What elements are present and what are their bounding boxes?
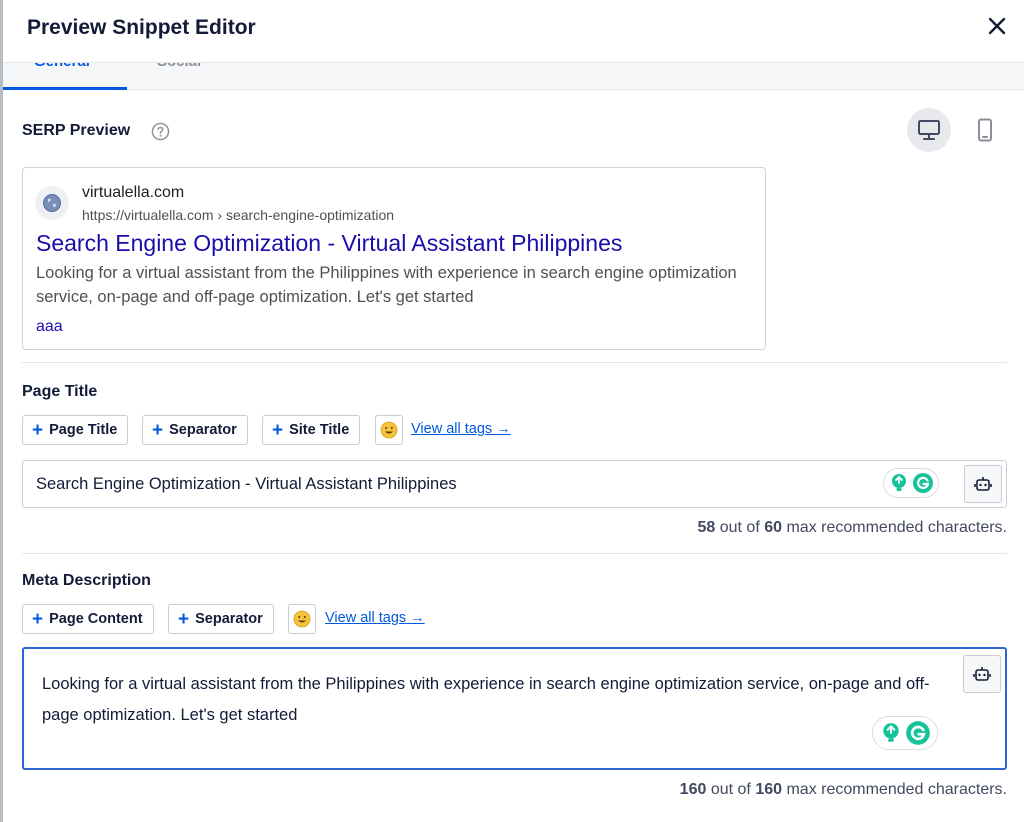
tab-bar: General Social	[3, 62, 1024, 90]
page-title-input[interactable]: Search Engine Optimization - Virtual Ass…	[22, 460, 1007, 508]
grammarly-widget[interactable]	[883, 468, 939, 498]
plus-icon: +	[272, 419, 284, 441]
counter-prefix: out of	[719, 519, 760, 536]
mobile-preview-button[interactable]	[963, 108, 1007, 152]
monitor-icon	[918, 120, 940, 140]
add-page-content-tag-button[interactable]: + Page Content	[22, 604, 154, 634]
grammarly-widget[interactable]	[872, 716, 938, 750]
tag-label: Separator	[169, 422, 237, 438]
globe-icon	[35, 186, 69, 220]
page-title-char-counter: 58 out of 60 max recommended characters.	[697, 519, 1007, 537]
tag-label: Separator	[195, 611, 263, 627]
serp-preview-label: SERP Preview	[22, 122, 131, 139]
robot-icon	[973, 667, 991, 681]
page-title-label: Page Title	[22, 383, 98, 400]
lightbulb-icon	[882, 723, 899, 742]
lightbulb-icon	[891, 474, 906, 491]
modal-header: Preview Snippet Editor	[3, 0, 1024, 62]
plus-icon: +	[32, 608, 44, 630]
tab-social[interactable]: Social	[157, 63, 201, 70]
meta-description-char-counter: 160 out of 160 max recommended character…	[680, 781, 1007, 799]
meta-description-value: Looking for a virtual assistant from the…	[42, 675, 930, 724]
page-title-input-value: Search Engine Optimization - Virtual Ass…	[36, 475, 457, 493]
plus-icon: +	[152, 419, 164, 441]
smiley-icon	[380, 421, 398, 439]
tag-label: Site Title	[289, 422, 350, 438]
grammarly-icon	[905, 721, 930, 745]
ai-generate-button[interactable]	[964, 465, 1002, 503]
serp-description: Looking for a virtual assistant from the…	[36, 264, 737, 306]
char-count: 58	[697, 519, 716, 536]
add-separator-tag-button[interactable]: + Separator	[142, 415, 248, 445]
view-all-tags-link[interactable]: View all tags →	[325, 610, 425, 626]
smiley-icon	[293, 610, 311, 628]
emoji-picker-button[interactable]	[288, 604, 316, 634]
char-max: 60	[764, 519, 783, 536]
tag-label: Page Title	[49, 422, 118, 438]
emoji-picker-button[interactable]	[375, 415, 403, 445]
view-all-tags-link[interactable]: View all tags →	[411, 421, 511, 437]
meta-description-label: Meta Description	[22, 572, 151, 589]
smartphone-icon	[978, 118, 992, 142]
serp-preview-card: virtualella.com https://virtualella.com …	[22, 167, 766, 350]
robot-icon	[974, 477, 992, 491]
divider	[22, 553, 1007, 554]
modal-title: Preview Snippet Editor	[27, 16, 256, 39]
char-max: 160	[755, 781, 783, 798]
add-separator-tag-button[interactable]: + Separator	[168, 604, 274, 634]
serp-title[interactable]: Search Engine Optimization - Virtual Ass…	[36, 230, 622, 257]
plus-icon: +	[178, 608, 190, 630]
plus-icon: +	[32, 419, 44, 441]
meta-description-textarea[interactable]: Looking for a virtual assistant from the…	[22, 647, 1007, 770]
grammarly-icon	[912, 473, 933, 493]
add-page-title-tag-button[interactable]: + Page Title	[22, 415, 129, 445]
char-count: 160	[679, 781, 707, 798]
tab-general[interactable]: General	[34, 63, 90, 70]
divider	[22, 362, 1007, 363]
question-circle-icon[interactable]	[151, 122, 170, 141]
serp-domain: virtualella.com	[82, 184, 185, 201]
serp-extra-link[interactable]: aaa	[36, 318, 63, 336]
add-site-title-tag-button[interactable]: + Site Title	[262, 415, 361, 445]
counter-suffix: max recommended characters.	[786, 781, 1007, 798]
counter-prefix: out of	[710, 781, 751, 798]
window-edge	[0, 0, 3, 822]
close-icon[interactable]	[985, 14, 1009, 38]
active-tab-indicator	[3, 87, 127, 90]
serp-url: https://virtualella.com › search-engine-…	[82, 207, 395, 223]
ai-generate-button[interactable]	[963, 655, 1001, 693]
counter-suffix: max recommended characters.	[786, 519, 1007, 536]
tag-label: Page Content	[49, 611, 143, 627]
desktop-preview-button[interactable]	[907, 108, 951, 152]
